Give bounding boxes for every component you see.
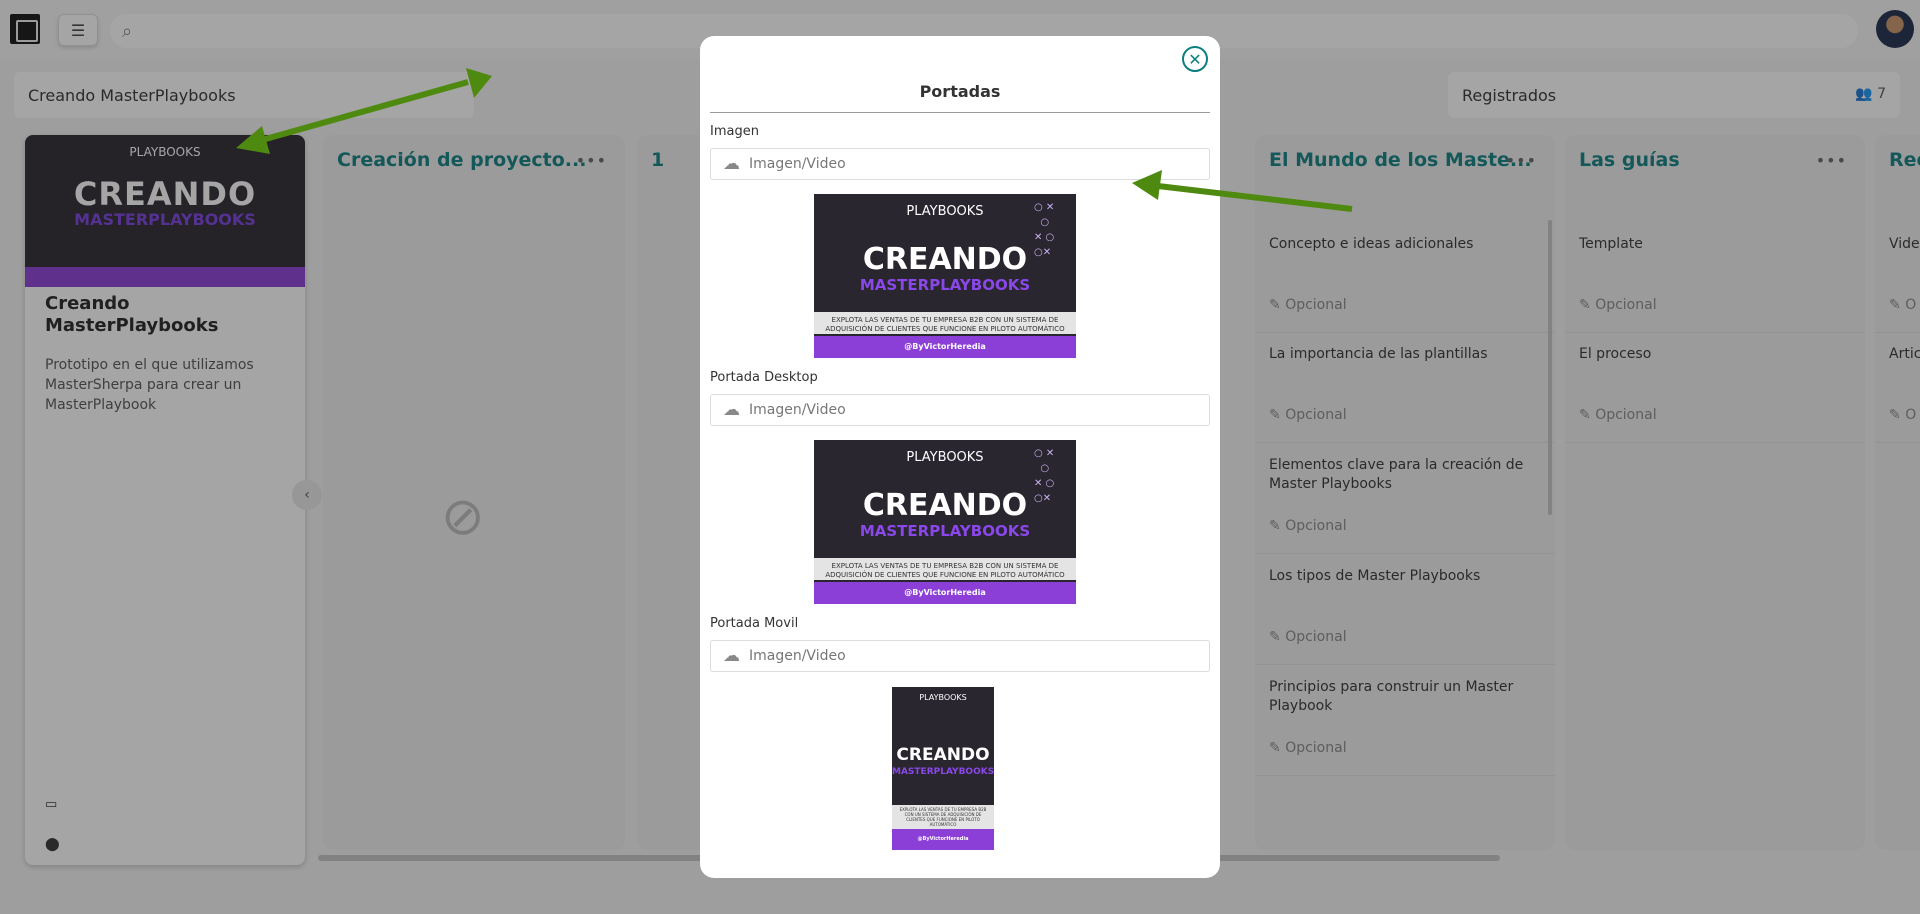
arrow-double — [236, 68, 492, 154]
annotation-arrows — [236, 68, 1353, 212]
arrow-to-field — [1132, 170, 1353, 212]
